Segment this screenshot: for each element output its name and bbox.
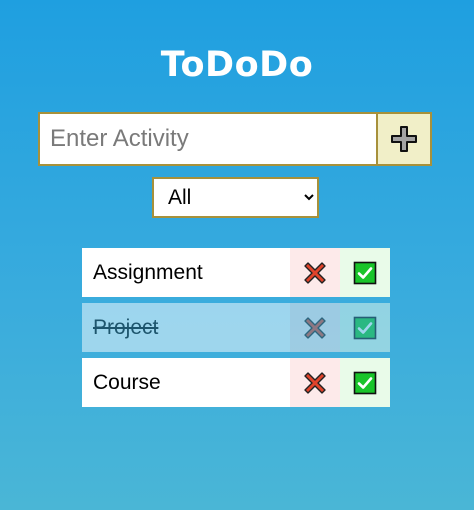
todo-item-label: Assignment	[93, 260, 203, 284]
complete-button[interactable]	[340, 303, 390, 352]
check-mark-icon	[353, 316, 377, 339]
app-title: ToDoDo	[160, 45, 314, 86]
check-mark-icon	[353, 261, 377, 284]
cross-mark-icon	[304, 261, 326, 284]
check-mark-icon	[353, 371, 377, 394]
plus-icon	[391, 126, 417, 152]
activity-input[interactable]	[38, 112, 376, 166]
todo-item-label: Project	[93, 315, 159, 339]
delete-button[interactable]	[290, 303, 340, 352]
delete-button[interactable]	[290, 358, 340, 407]
todo-item: Project	[82, 303, 390, 352]
cross-mark-icon	[304, 371, 326, 394]
complete-button[interactable]	[340, 358, 390, 407]
cross-mark-icon	[304, 316, 326, 339]
filter-select[interactable]: All	[152, 177, 319, 218]
add-todo-form	[38, 112, 434, 166]
complete-button[interactable]	[340, 248, 390, 297]
todo-item: Course	[82, 358, 390, 407]
delete-button[interactable]	[290, 248, 340, 297]
add-button[interactable]	[376, 112, 432, 166]
todo-item-label: Course	[93, 370, 161, 394]
todo-list: Assignment Project Course	[82, 248, 390, 413]
todo-item: Assignment	[82, 248, 390, 297]
